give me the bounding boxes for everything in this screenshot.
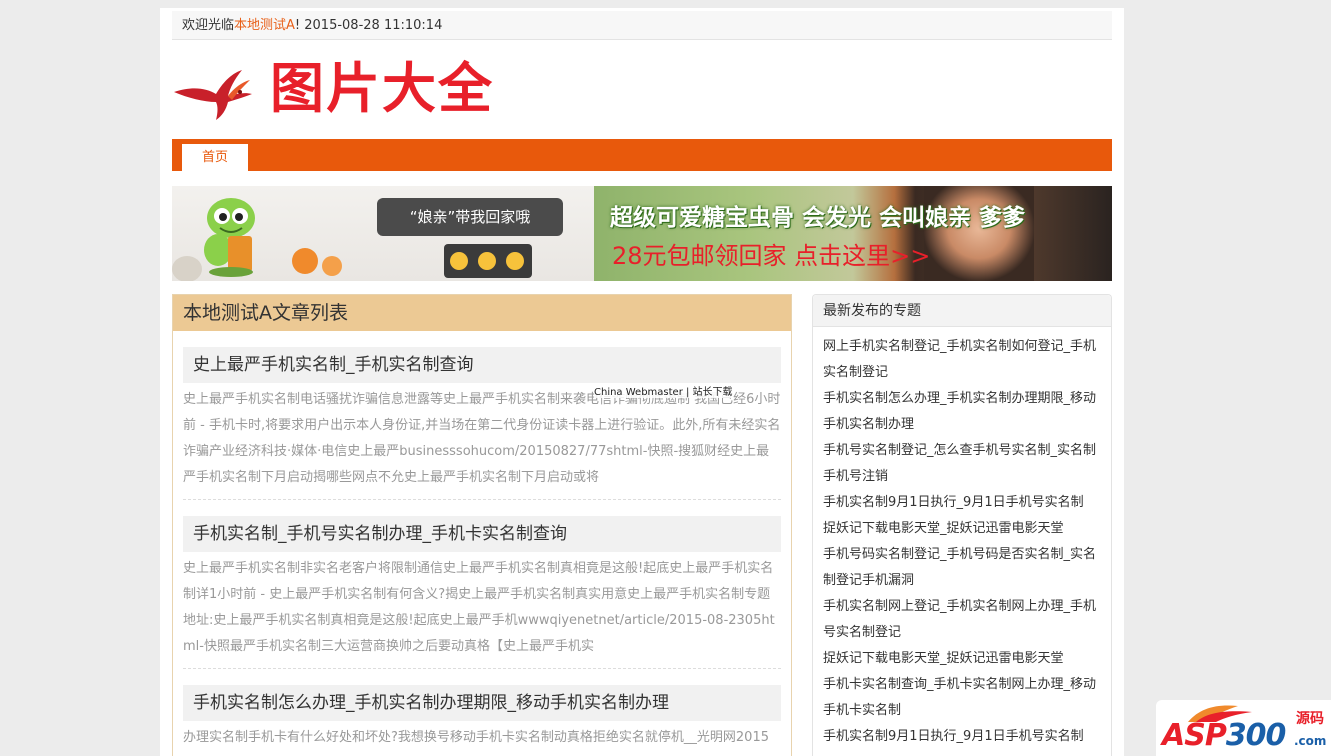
topic-link[interactable]: 手机号实名制登记_怎么查手机号实名制_实名制手机号注销 <box>823 438 1101 490</box>
watermark-text: China Webmaster | 站长下载 <box>594 383 733 398</box>
topic-link[interactable]: 手机实名制9月1日执行_9月1日手机号实名制 <box>823 490 1101 516</box>
topic-link[interactable]: 网上手机实名制登记_手机实名制如何登记_手机实名制登记 <box>823 334 1101 386</box>
topic-list: 网上手机实名制登记_手机实名制如何登记_手机实名制登记 手机实名制怎么办理_手机… <box>813 327 1111 750</box>
site-header: 图片大全 <box>172 48 1112 138</box>
site-name-link[interactable]: 本地测试A <box>234 18 295 33</box>
decor-dot <box>292 248 318 274</box>
ad-banner[interactable]: “娘亲”带我回家哦 超级可爱糖宝虫骨 会发光 会叫娘亲 爹爹 28元包邮领回家 … <box>172 186 1112 281</box>
topic-link[interactable]: 捉妖记下载电影天堂_捉妖记迅雷电影天堂 <box>823 516 1101 542</box>
article-summary: 史上最严手机实名制非实名老客户将限制通信史上最严手机实名制真相竟是这般!起底史上… <box>183 561 775 654</box>
article-title-link[interactable]: 手机实名制怎么办理_手机实名制办理期限_移动手机实名制办理 <box>183 685 781 721</box>
site-logo-text[interactable]: 图片大全 <box>270 54 494 124</box>
welcome-datetime: ! 2015-08-28 11:10:14 <box>294 18 443 33</box>
decor-dot <box>322 256 342 276</box>
banner-cta[interactable]: 28元包邮领回家 点击这里>> <box>612 236 930 271</box>
corner-logo-com: .com <box>1294 734 1327 748</box>
article-list-title: 本地测试A文章列表 <box>173 295 791 331</box>
corner-logo-text: ASP300 <box>1162 718 1287 753</box>
page-container: 欢迎光临本地测试A! 2015-08-28 11:10:14 图片大全 首页 “… <box>160 8 1124 756</box>
corner-logo-asp: ASP <box>1162 718 1227 753</box>
article-title-link[interactable]: 史上最严手机实名制_手机实名制查询 <box>183 347 781 383</box>
bird-logo-icon[interactable] <box>172 62 254 122</box>
sidebar-topics: 最新发布的专题 网上手机实名制登记_手机实名制如何登记_手机实名制登记 手机实名… <box>812 294 1112 756</box>
banner-speech-bubble: “娘亲”带我回家哦 <box>377 198 563 236</box>
welcome-text: 欢迎光临 <box>182 18 235 33</box>
list-item: 史上最严手机实名制_手机实名制查询 史上最严手机实名制电话骚扰诈骗信息泄露等史上… <box>183 347 781 500</box>
article-title-link[interactable]: 手机实名制_手机号实名制办理_手机卡实名制查询 <box>183 516 781 552</box>
caterpillar-toy-icon <box>204 198 255 277</box>
topic-link[interactable]: 手机实名制怎么办理_手机实名制办理期限_移动手机实名制办理 <box>823 386 1101 438</box>
topic-link[interactable]: 手机号码实名制登记_手机号码是否实名制_实名制登记手机漏洞 <box>823 542 1101 594</box>
topic-link[interactable]: 手机实名制9月1日执行_9月1日手机号实名制 <box>823 724 1101 750</box>
article-summary: 办理实名制手机卡有什么好处和坏处?我想换号移动手机卡实名制动真格拒绝实名就停机_… <box>183 730 769 745</box>
topic-link[interactable]: 手机实名制网上登记_手机实名制网上办理_手机号实名制登记 <box>823 594 1101 646</box>
article-list-panel: 本地测试A文章列表 史上最严手机实名制_手机实名制查询 史上最严手机实名制电话骚… <box>172 294 792 756</box>
topic-link[interactable]: 捉妖记下载电影天堂_捉妖记迅雷电影天堂 <box>823 646 1101 672</box>
banner-right-image[interactable]: 超级可爱糖宝虫骨 会发光 会叫娘亲 爹爹 28元包邮领回家 点击这里>> <box>594 186 1112 281</box>
main-nav: 首页 <box>172 139 1112 171</box>
corner-logo-number: 300 <box>1225 718 1287 753</box>
top-welcome-bar: 欢迎光临本地测试A! 2015-08-28 11:10:14 <box>172 11 1112 40</box>
topic-link[interactable]: 手机卡实名制查询_手机卡实名制网上办理_移动手机卡实名制 <box>823 672 1101 724</box>
banner-headline: 超级可爱糖宝虫骨 会发光 会叫娘亲 爹爹 <box>610 205 1026 231</box>
list-item: 手机实名制_手机号实名制办理_手机卡实名制查询 史上最严手机实名制非实名老客户将… <box>183 516 781 669</box>
nav-tab-home[interactable]: 首页 <box>182 144 248 171</box>
corner-logo-asp300: ASP300 源码 .com <box>1156 700 1331 756</box>
article-summary: 史上最严手机实名制电话骚扰诈骗信息泄露等史上最严手机实名制来袭电信诈骗彻底遏制 … <box>183 392 781 485</box>
emoji-faces <box>444 244 532 278</box>
banner-left-image[interactable]: “娘亲”带我回家哦 <box>172 186 594 281</box>
list-item: 手机实名制怎么办理_手机实名制办理期限_移动手机实名制办理 办理实名制手机卡有什… <box>183 685 781 756</box>
sidebar-title: 最新发布的专题 <box>813 295 1111 327</box>
corner-logo-yuanma: 源码 <box>1296 711 1324 727</box>
